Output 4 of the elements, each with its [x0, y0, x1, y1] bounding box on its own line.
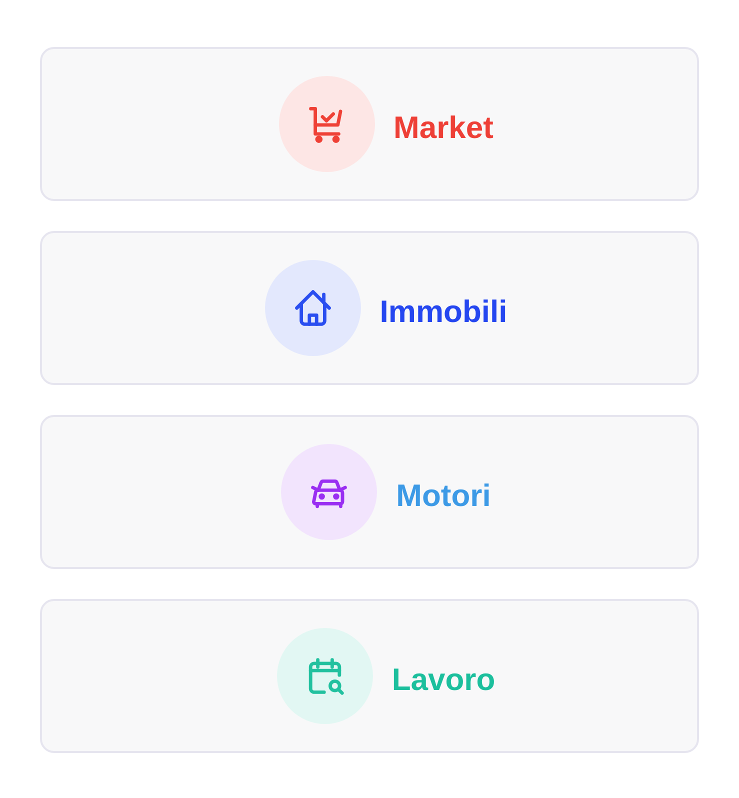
category-card[interactable]: Motori — [40, 415, 699, 569]
category-card[interactable]: Immobili — [40, 231, 699, 385]
category-card[interactable]: Lavoro — [40, 599, 699, 753]
category-card[interactable]: Market — [40, 47, 699, 201]
